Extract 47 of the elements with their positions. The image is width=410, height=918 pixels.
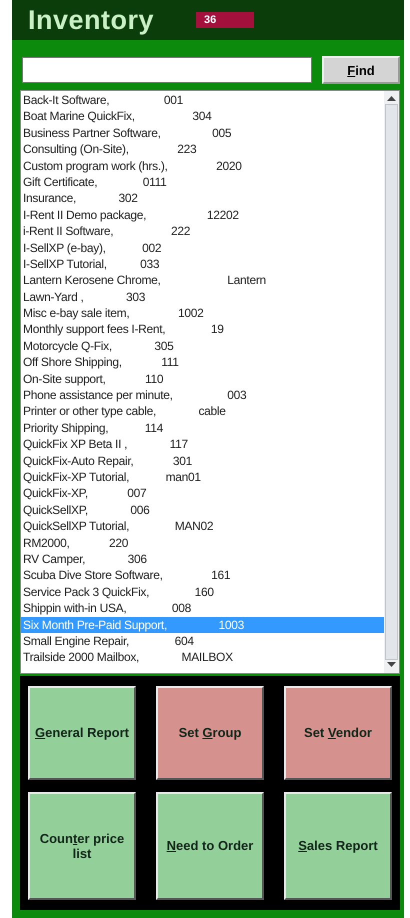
list-item[interactable]: Printer or other type cable, cable xyxy=(21,403,384,420)
list-item[interactable]: i-Rent II Software, 222 xyxy=(21,223,384,240)
list-item[interactable]: QuickFix XP Beta II , 117 xyxy=(21,436,384,453)
list-item[interactable]: Monthly support fees I-Rent, 19 xyxy=(21,321,384,338)
action-button[interactable]: Set Vendor xyxy=(284,686,392,780)
list-item[interactable]: QuickFix-Auto Repair, 301 xyxy=(21,452,384,469)
list-item[interactable]: On-Site support, 110 xyxy=(21,370,384,388)
list-item[interactable]: Lawn-Yard , 303 xyxy=(21,288,384,306)
list-item[interactable]: RM2000, 220 xyxy=(21,534,384,551)
list-item[interactable]: Misc e-bay sale item, 1002 xyxy=(21,305,384,322)
list-item[interactable]: Lantern Kerosene Chrome, Lantern xyxy=(21,272,384,289)
list-item[interactable]: I-Rent II Demo package, 12202 xyxy=(21,206,384,224)
list-item[interactable]: I-SellXP (e-bay), 002 xyxy=(21,240,384,256)
list-item[interactable]: Custom program work (hrs.), 2020 xyxy=(21,158,384,174)
list-item[interactable]: Priority Shipping, 114 xyxy=(21,420,384,436)
window-title: Inventory xyxy=(28,4,154,36)
list-item[interactable]: Phone assistance per minute, 003 xyxy=(21,387,384,404)
list-item[interactable]: Business Partner Software, 005 xyxy=(21,124,384,142)
action-button[interactable]: Sales Report xyxy=(284,792,392,900)
list-item[interactable]: Shippin with-in USA, 008 xyxy=(21,600,384,616)
list-item[interactable]: QuickFix-XP Tutorial, man01 xyxy=(21,468,384,486)
list-item[interactable]: QuickSellXP Tutorial, MAN02 xyxy=(21,518,384,535)
list-item[interactable]: I-SellXP Tutorial, 033 xyxy=(21,256,384,272)
up-arrow-icon[interactable] xyxy=(387,96,396,102)
list-item[interactable]: Scuba Dive Store Software, 161 xyxy=(21,567,384,584)
list-item[interactable]: QuickSellXP, 006 xyxy=(21,502,384,518)
list-item[interactable]: Service Pack 3 QuickFix, 160 xyxy=(21,584,384,600)
list-item[interactable]: Trailside 2000 Mailbox, MAILBOX xyxy=(21,649,384,666)
list-item[interactable]: Motorcycle Q-Fix, 305 xyxy=(21,338,384,354)
list-item[interactable]: Consulting (On-Site), 223 xyxy=(21,141,384,158)
down-arrow-icon[interactable] xyxy=(387,662,396,668)
count-badge: 36 xyxy=(196,12,254,28)
list-item[interactable]: RV Camper, 306 xyxy=(21,550,384,568)
list-item[interactable]: Back-It Software, 001 xyxy=(21,92,384,108)
action-button[interactable]: Set Group xyxy=(156,686,264,780)
list-item[interactable]: Off Shore Shipping, 111 xyxy=(21,354,384,371)
action-button[interactable]: Counter price list xyxy=(28,792,136,900)
scrollbar[interactable] xyxy=(384,91,399,673)
find-button[interactable]: Find xyxy=(322,56,400,84)
list-item[interactable]: Boat Marine QuickFix, 304 xyxy=(21,108,384,125)
action-button[interactable]: Need to Order xyxy=(156,792,264,900)
search-field[interactable] xyxy=(22,57,312,83)
list-item[interactable]: QuickFix-XP, 007 xyxy=(21,485,384,502)
list-item[interactable]: Insurance, 302 xyxy=(21,190,384,207)
action-button[interactable]: General Report xyxy=(28,686,136,780)
list-item[interactable]: Gift Certificate, 0111 xyxy=(21,174,384,190)
list-item[interactable]: Small Engine Repair, 604 xyxy=(21,632,384,650)
